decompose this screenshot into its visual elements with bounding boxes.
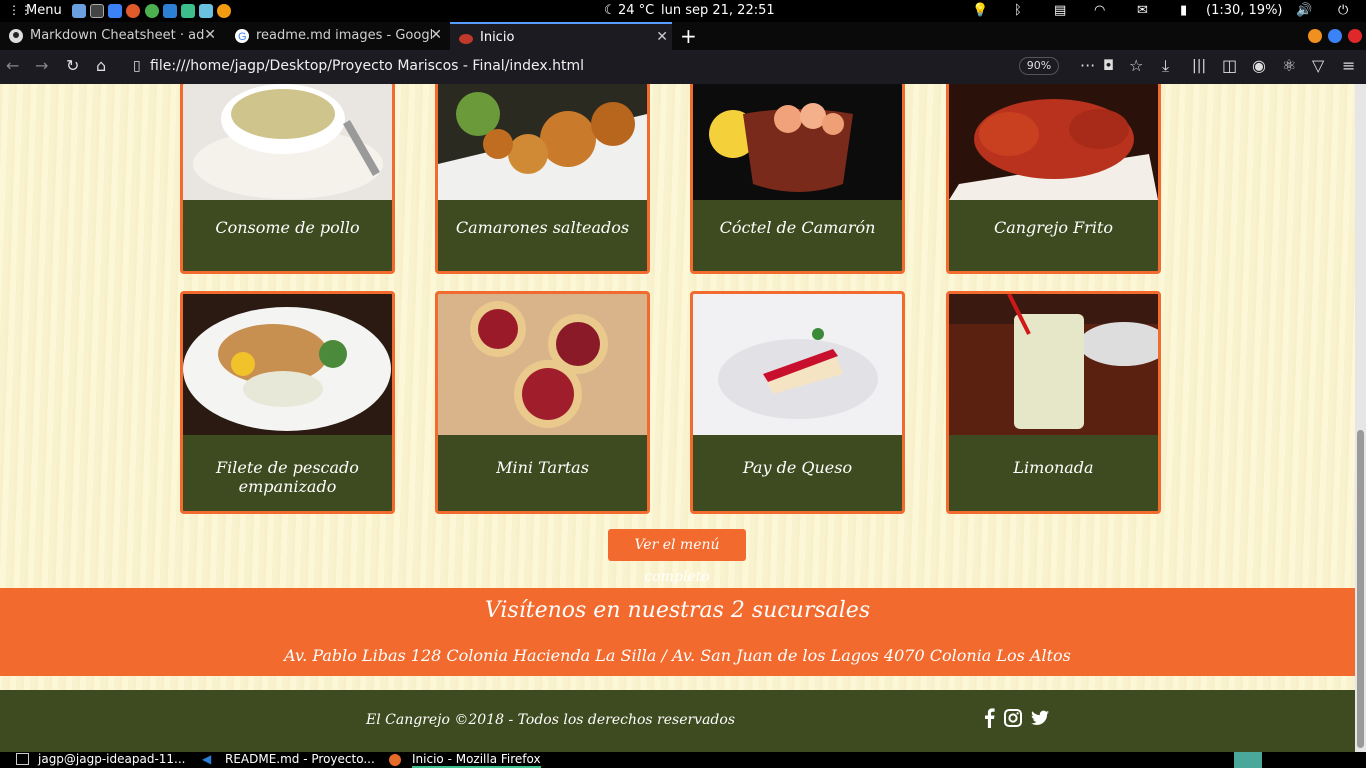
twitter-icon[interactable] — [1030, 708, 1050, 728]
menu-card[interactable]: Limonada — [946, 291, 1161, 514]
page-scrollbar-thumb[interactable] — [1357, 430, 1364, 748]
taskbar-item-firefox[interactable]: Inicio - Mozilla Firefox — [412, 752, 541, 768]
close-tab-icon[interactable]: ✕ — [656, 29, 668, 45]
system-menu-button[interactable]: Menu — [26, 3, 62, 18]
site-footer: El Cangrejo ©2018 - Todos los derechos r… — [0, 690, 1355, 752]
menu-card-title: Camarones salteados — [455, 218, 630, 237]
taskbar-item-vscode[interactable]: README.md - Proyecto... — [225, 752, 375, 766]
home-icon[interactable]: ⌂ — [96, 56, 106, 75]
google-icon: G — [235, 29, 249, 43]
full-menu-button[interactable]: Ver el menú completo — [608, 529, 746, 585]
workspace-indicator[interactable] — [1234, 752, 1262, 768]
maximize-window-icon[interactable] — [1328, 29, 1342, 43]
menu-card[interactable]: Cóctel de Camarón — [690, 84, 905, 274]
facebook-icon[interactable] — [980, 708, 1000, 728]
tab-title: Markdown Cheatsheet · ad — [30, 28, 205, 43]
food-photo — [183, 84, 392, 200]
page-actions-icon[interactable]: ··· — [1080, 56, 1095, 75]
wifi-icon[interactable]: ◠ — [1094, 3, 1105, 18]
new-tab-icon[interactable]: + — [680, 24, 697, 48]
food-photo — [949, 84, 1158, 200]
tab-inicio[interactable]: Inicio ✕ — [450, 22, 672, 50]
menu-card[interactable]: Pay de Queso — [690, 291, 905, 514]
menu-card[interactable]: Filete de pescado empanizado — [180, 291, 395, 514]
food-photo — [693, 294, 902, 435]
react-devtools-icon[interactable]: ⚛ — [1282, 56, 1296, 75]
account-icon[interactable]: ◉ — [1252, 56, 1266, 75]
bulb-icon[interactable]: 💡 — [972, 3, 988, 18]
food-photo — [949, 294, 1158, 435]
forward-icon[interactable]: → — [35, 56, 48, 75]
browser-nav-bar: ← → ↻ ⌂ ▯ file:///home/jagp/Desktop/Proy… — [0, 50, 1366, 84]
menu-card[interactable]: Camarones salteados — [435, 84, 650, 274]
tab-markdown-cheatsheet[interactable]: Markdown Cheatsheet · ad ✕ — [0, 22, 220, 50]
instagram-icon[interactable] — [1003, 708, 1023, 728]
terminal-icon — [16, 753, 29, 765]
branches-addresses: Av. Pablo Libas 128 Colonia Hacienda La … — [284, 646, 1071, 665]
page-viewport: Consome de pollo Camarones salteados Cóc… — [0, 84, 1355, 752]
taskbar: jagp@jagp-ideapad-11... ◀ README.md - Pr… — [0, 752, 1366, 768]
battery-readout: (1:30, 19%) — [1206, 3, 1283, 18]
battery-icon[interactable]: ▮ — [1180, 3, 1187, 18]
tab-title: readme.md images - Googl — [256, 28, 434, 43]
menu-card-title: Limonada — [1013, 458, 1094, 477]
bluetooth-icon[interactable]: ᛒ — [1014, 3, 1022, 18]
tab-title: Inicio — [480, 30, 515, 45]
vscode-icon: ◀ — [202, 752, 212, 766]
bookmark-star-icon[interactable]: ☆ — [1129, 56, 1143, 75]
taskbar-item-terminal[interactable]: jagp@jagp-ideapad-11... — [38, 752, 186, 766]
back-icon[interactable]: ← — [6, 56, 19, 75]
url-bar[interactable]: file:///home/jagp/Desktop/Proyecto Maris… — [150, 58, 584, 74]
tab-readme-images[interactable]: G readme.md images - Googl ✕ — [226, 22, 446, 50]
github-icon — [9, 29, 23, 43]
crab-icon — [459, 34, 473, 44]
branches-section: Visítenos en nuestras 2 sucursales Av. P… — [0, 588, 1355, 676]
system-top-bar: ⋮⋮ Menu ☾ 24 °C lun sep 21, 22:51 💡 ᛒ ▤ … — [0, 0, 1366, 22]
menu-card-title: Cóctel de Camarón — [719, 218, 876, 237]
page-info-icon[interactable]: ▯ — [133, 58, 141, 74]
menu-card-title: Mini Tartas — [496, 458, 589, 477]
minimize-window-icon[interactable] — [1308, 29, 1322, 43]
tab-bar: Markdown Cheatsheet · ad ✕ G readme.md i… — [0, 22, 1366, 50]
library-icon[interactable]: ||| — [1192, 58, 1206, 74]
close-tab-icon[interactable]: ✕ — [430, 27, 442, 43]
power-icon[interactable]: ⏻ — [1338, 3, 1348, 18]
zoom-badge[interactable]: 90% — [1019, 57, 1059, 75]
food-photo — [183, 294, 392, 435]
downloads-icon[interactable]: ⤓ — [1162, 56, 1169, 76]
hamburger-menu-icon[interactable]: ≡ — [1342, 56, 1355, 75]
menu-card-title: Pay de Queso — [742, 458, 853, 477]
copyright-text: El Cangrejo ©2018 - Todos los derechos r… — [366, 712, 736, 728]
food-photo — [693, 84, 902, 200]
menu-card-title: Cangrejo Frito — [993, 218, 1114, 237]
svg-text:G: G — [238, 31, 247, 43]
menu-card-title: Consome de pollo — [215, 218, 360, 237]
close-window-icon[interactable] — [1348, 29, 1362, 43]
clock[interactable]: lun sep 21, 22:51 — [661, 3, 775, 18]
reload-icon[interactable]: ↻ — [66, 56, 79, 75]
mail-icon[interactable]: ✉ — [1137, 3, 1148, 18]
volume-icon[interactable]: 🔊 — [1296, 3, 1312, 18]
sidebar-icon[interactable]: ◫ — [1222, 56, 1237, 75]
pocket-icon[interactable]: ◘ — [1103, 58, 1114, 74]
branches-heading: Visítenos en nuestras 2 sucursales — [484, 598, 871, 623]
menu-card-title: Filete de pescado empanizado — [216, 458, 359, 496]
firefox-icon — [389, 754, 401, 766]
menu-card[interactable]: Cangrejo Frito — [946, 84, 1161, 274]
weather-readout: 24 °C — [618, 3, 655, 18]
menu-card[interactable]: Consome de pollo — [180, 84, 395, 274]
close-tab-icon[interactable]: ✕ — [204, 27, 216, 43]
food-photo — [438, 294, 647, 435]
food-photo — [438, 84, 647, 200]
vue-devtools-icon[interactable]: ▽ — [1312, 56, 1324, 75]
menu-card[interactable]: Mini Tartas — [435, 291, 650, 514]
launcher-icons[interactable] — [72, 3, 232, 18]
notes-icon[interactable]: ▤ — [1054, 3, 1066, 18]
moon-icon: ☾ — [604, 3, 616, 18]
